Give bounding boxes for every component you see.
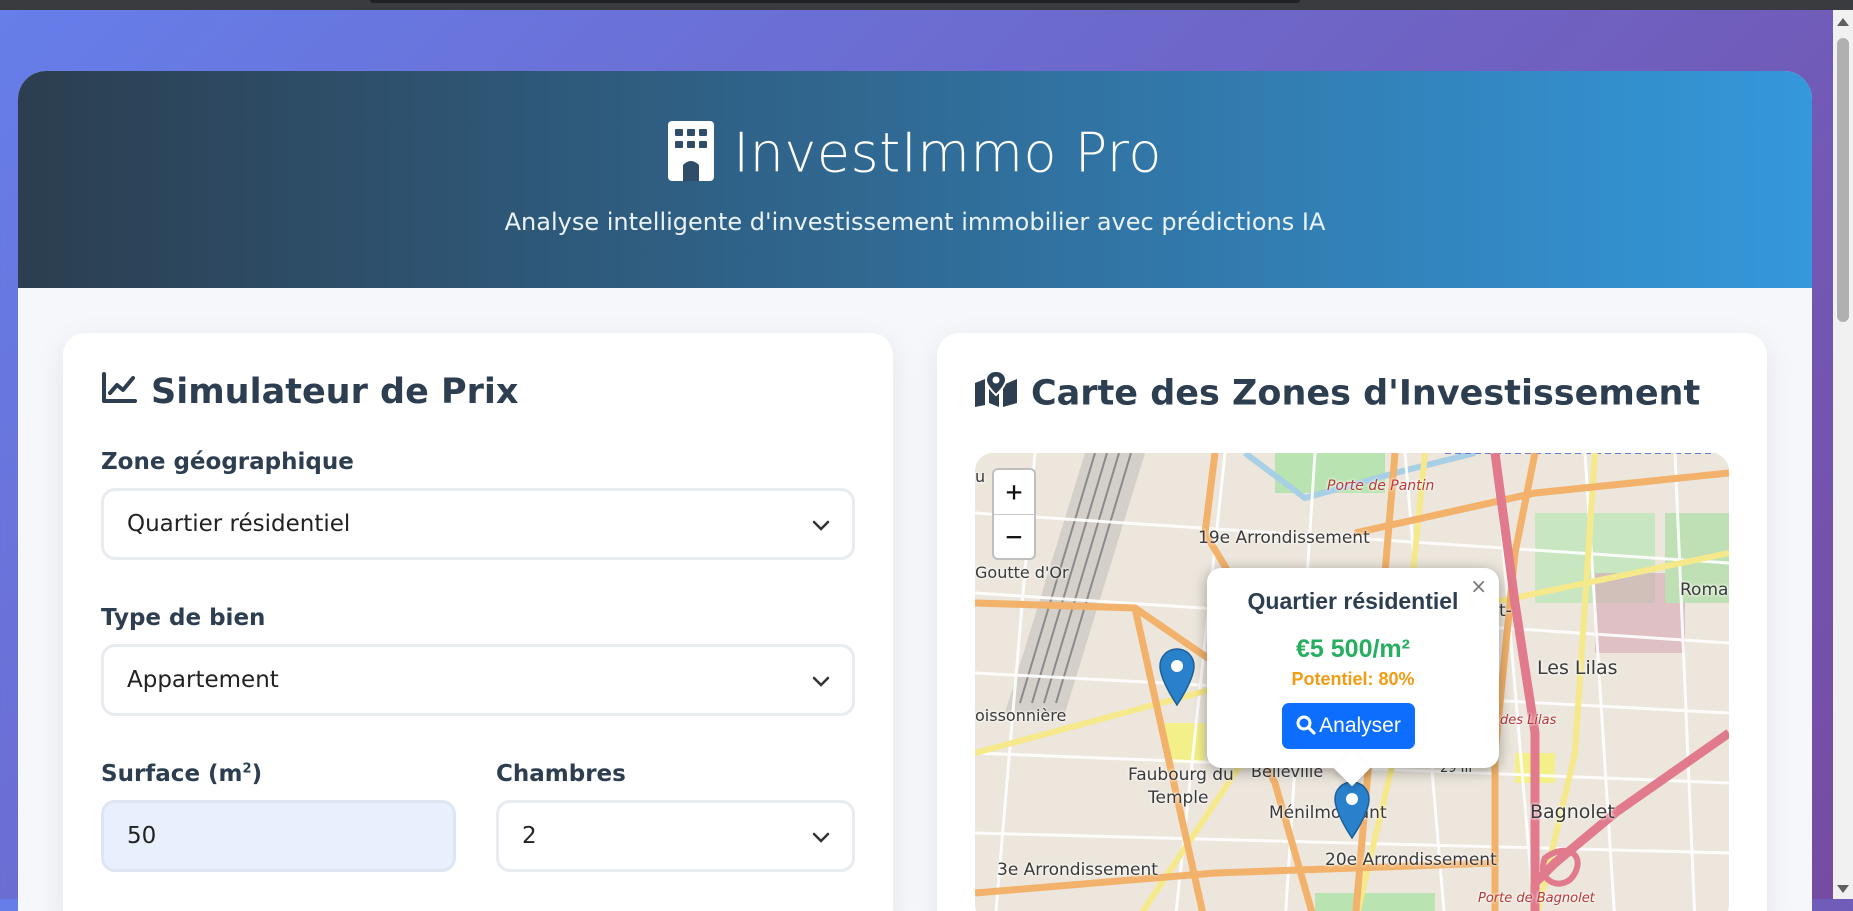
surface-label-text: Surface (m bbox=[101, 761, 243, 787]
investment-map-card: Carte des Zones d'Investissement Porte d… bbox=[937, 333, 1767, 911]
map-marked-icon bbox=[975, 369, 1017, 416]
chart-line-icon bbox=[101, 371, 137, 413]
rooms-select[interactable]: 2 bbox=[496, 800, 855, 872]
surface-input[interactable]: 50 bbox=[101, 800, 456, 872]
zone-label: Zone géographique bbox=[101, 449, 354, 475]
rooms-select-value: 2 bbox=[522, 823, 537, 849]
map-label-20e: 20e Arrondissement bbox=[1325, 850, 1497, 870]
map-card-title: Carte des Zones d'Investissement bbox=[975, 369, 1701, 416]
chevron-down-icon bbox=[812, 829, 830, 848]
map-label-poissonniere: oissonnière bbox=[975, 706, 1067, 725]
property-type-label: Type de bien bbox=[101, 605, 266, 631]
map-label-des-lilas: des Lilas bbox=[1500, 713, 1557, 728]
rooms-label: Chambres bbox=[496, 761, 626, 787]
building-icon bbox=[668, 121, 715, 185]
map-popup: × Quartier résidentiel €5 500/m² Potenti… bbox=[1207, 568, 1499, 787]
app-title: InvestImmo Pro bbox=[733, 121, 1162, 185]
browser-top-strip bbox=[0, 0, 1853, 10]
popup-title: Quartier résidentiel bbox=[1247, 588, 1459, 614]
surface-label-sup: 2 bbox=[242, 761, 252, 777]
map-label-roma: Roma bbox=[1680, 580, 1729, 600]
analyze-button[interactable]: Analyser bbox=[1282, 703, 1415, 749]
surface-input-value: 50 bbox=[127, 823, 157, 849]
popup-potential: Potentiel: 80% bbox=[1291, 669, 1415, 689]
chevron-down-icon bbox=[812, 517, 830, 536]
map-label-temple: Temple bbox=[1148, 788, 1209, 808]
map-label-st: t- bbox=[1499, 601, 1512, 621]
zoom-out-button[interactable]: − bbox=[994, 515, 1034, 559]
map-label-bagnolet: Bagnolet bbox=[1530, 801, 1615, 823]
scroll-up-arrow-icon[interactable] bbox=[1837, 18, 1849, 26]
map-card-title-text: Carte des Zones d'Investissement bbox=[1031, 373, 1701, 414]
map-label-les-lilas: Les Lilas bbox=[1537, 657, 1618, 679]
map-label-u: u bbox=[975, 467, 986, 486]
scroll-down-arrow-icon[interactable] bbox=[1837, 885, 1849, 893]
app-container: InvestImmo Pro Analyse intelligente d'in… bbox=[18, 71, 1812, 911]
search-icon bbox=[1296, 714, 1319, 737]
map-label-faubourg: Faubourg du bbox=[1128, 765, 1234, 785]
simulator-title-text: Simulateur de Prix bbox=[151, 372, 519, 412]
map-marker-pin-icon[interactable] bbox=[1334, 781, 1370, 843]
map-label-goutte-dor: Goutte d'Or bbox=[975, 563, 1069, 582]
app-subtitle: Analyse intelligente d'investissement im… bbox=[504, 208, 1326, 236]
surface-label: Surface (m2) bbox=[101, 761, 262, 787]
zone-select-value: Quartier résidentiel bbox=[127, 511, 351, 537]
price-simulator-card: Simulateur de Prix Zone géographique Qua… bbox=[63, 333, 893, 911]
page-scrollbar[interactable] bbox=[1833, 10, 1853, 899]
analyze-button-label: Analyser bbox=[1319, 714, 1401, 737]
property-type-value: Appartement bbox=[127, 667, 279, 693]
simulator-title: Simulateur de Prix bbox=[101, 371, 519, 413]
header-banner: InvestImmo Pro Analyse intelligente d'in… bbox=[18, 71, 1812, 288]
investment-map[interactable]: Porte de Pantin u 19e Arrondissement Gou… bbox=[975, 453, 1729, 911]
zoom-in-button[interactable]: + bbox=[994, 470, 1034, 515]
map-label-porte-pantin: Porte de Pantin bbox=[1327, 478, 1435, 494]
map-zoom-control: + − bbox=[992, 468, 1036, 560]
popup-price: €5 500/m² bbox=[1296, 635, 1410, 663]
surface-label-end: ) bbox=[251, 761, 263, 787]
browser-tab-edge bbox=[370, 0, 1300, 3]
zone-select[interactable]: Quartier résidentiel bbox=[101, 488, 855, 560]
map-label-19e: 19e Arrondissement bbox=[1198, 528, 1370, 548]
header-title-row: InvestImmo Pro bbox=[18, 121, 1812, 185]
scrollbar-thumb[interactable] bbox=[1837, 38, 1849, 322]
map-marker-pin-icon[interactable] bbox=[1159, 648, 1195, 710]
map-label-3e: 3e Arrondissement bbox=[997, 860, 1158, 880]
chevron-down-icon bbox=[812, 673, 830, 692]
property-type-select[interactable]: Appartement bbox=[101, 644, 855, 716]
